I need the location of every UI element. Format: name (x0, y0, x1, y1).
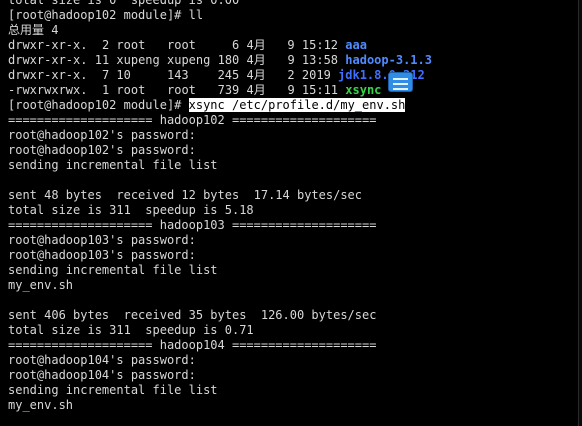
file-list-row: drwxr-xr-x. 7 10 143 245 4月 2 2019 jdk1.… (8, 68, 576, 83)
file-owner: xupeng (116, 53, 160, 67)
terminal-line: 总用量 4 (8, 23, 59, 37)
file-day: 9 (287, 53, 295, 67)
file-time: 15:12 (301, 38, 339, 52)
terminal-line: total size is 0 speedup is 0.00 (8, 0, 240, 7)
file-time: 13:58 (301, 53, 339, 67)
terminal-line: my_env.sh (8, 278, 74, 292)
file-permissions: drwxr-xr-x. (8, 68, 88, 82)
file-list-row: -rwxrwxrwx. 1 root root 739 4月 9 15:11 x… (8, 83, 576, 98)
command-line: [root@hadoop102 module]# xsync /etc/prof… (8, 98, 576, 113)
file-time: 2019 (301, 68, 331, 82)
file-size: 245 (217, 68, 240, 82)
file-group: root (167, 83, 196, 97)
file-link-count: 11 (94, 53, 110, 67)
file-month: 4月 (246, 83, 266, 97)
terminal-line: sending incremental file list (8, 263, 218, 277)
file-permissions: drwxr-xr-x. (8, 53, 88, 67)
file-time: 15:11 (301, 83, 339, 97)
terminal-line: my_env.sh (8, 398, 74, 412)
file-owner: root (116, 38, 146, 52)
file-month: 4月 (246, 38, 266, 52)
terminal-line: root@hadoop104's password: (8, 353, 196, 367)
terminal-line: ==================== hadoop103 =========… (8, 218, 377, 232)
terminal-line: root@hadoop102's password: (8, 143, 196, 157)
file-list-row: drwxr-xr-x. 11 xupeng xupeng 180 4月 9 13… (8, 53, 576, 68)
terminal-scrollbar-edge[interactable] (578, 0, 582, 426)
terminal-line: root@hadoop103's password: (8, 248, 196, 262)
file-name: xsync (345, 83, 382, 97)
file-link-count: 2 (94, 38, 110, 52)
file-permissions: -rwxrwxrwx. (8, 83, 88, 97)
terminal-line: sending incremental file list (8, 383, 218, 397)
shell-prompt: [root@hadoop102 module]# (8, 98, 189, 112)
file-group: root (167, 38, 196, 52)
file-owner: 10 (116, 68, 131, 82)
file-day: 9 (287, 38, 295, 52)
terminal-line: root@hadoop102's password: (8, 128, 196, 142)
file-month: 4月 (246, 68, 266, 82)
terminal-window[interactable]: total size is 0 speedup is 0.00 [root@had… (0, 0, 582, 426)
file-group: 143 (166, 68, 189, 82)
file-size: 6 (232, 38, 240, 52)
file-day: 9 (287, 83, 295, 97)
file-month: 4月 (246, 53, 266, 67)
terminal-output[interactable]: total size is 0 speedup is 0.00 [root@had… (8, 0, 576, 426)
terminal-line: total size is 311 speedup is 5.18 (8, 203, 254, 217)
file-day: 2 (287, 68, 295, 82)
terminal-line: total size is 311 speedup is 0.71 (8, 323, 254, 337)
file-link-count: 1 (94, 83, 110, 97)
file-size: 180 (217, 53, 240, 67)
terminal-line: sending incremental file list (8, 158, 218, 172)
file-owner: root (116, 83, 146, 97)
terminal-line: root@hadoop103's password: (8, 233, 196, 247)
file-name: aaa (345, 38, 367, 52)
file-list-row: drwxr-xr-x. 2 root root 6 4月 9 15:12 aaa (8, 38, 576, 53)
terminal-line: ==================== hadoop102 =========… (8, 113, 377, 127)
file-permissions: drwxr-xr-x. (8, 38, 88, 52)
selected-command: xsync /etc/profile.d/my_env.sh (188, 98, 406, 112)
file-link-count: 7 (94, 68, 110, 82)
terminal-line: sent 406 bytes received 35 bytes 126.00 … (8, 308, 377, 322)
terminal-line: sent 48 bytes received 12 bytes 17.14 by… (8, 188, 363, 202)
file-name: hadoop-3.1.3 (345, 53, 432, 67)
terminal-line: root@hadoop104's password: (8, 368, 196, 382)
input-method-icon[interactable] (389, 73, 412, 91)
file-size: 739 (217, 83, 240, 97)
terminal-line: ==================== hadoop104 =========… (8, 338, 377, 352)
input-method-icon-line (393, 88, 408, 90)
file-group: xupeng (167, 53, 211, 67)
terminal-line: [root@hadoop102 module]# ll (8, 8, 204, 22)
